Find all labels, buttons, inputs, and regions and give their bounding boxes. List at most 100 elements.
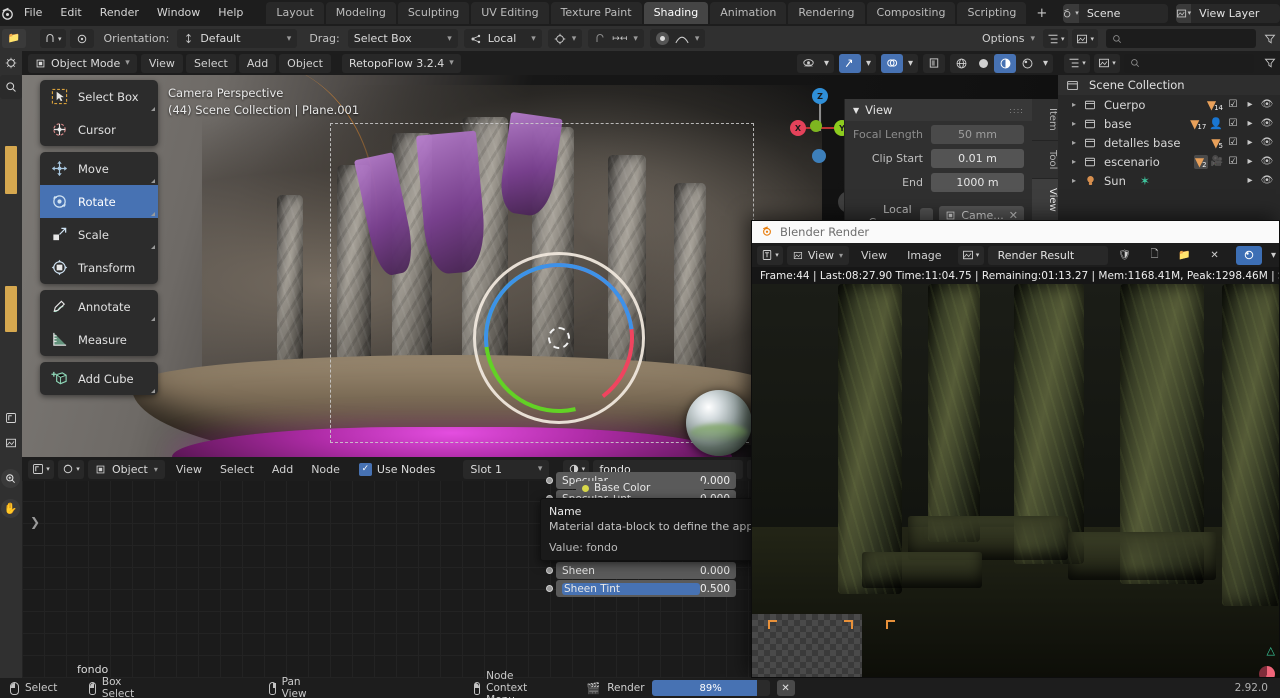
- gizmo-axis-z[interactable]: Z: [812, 88, 828, 104]
- material-preview-icon[interactable]: [994, 53, 1016, 73]
- visibility-dropdown[interactable]: ▾: [797, 53, 834, 73]
- visibility-eye-icon[interactable]: 👁: [1260, 137, 1274, 148]
- menu-window[interactable]: Window: [148, 3, 209, 23]
- snap-icon[interactable]: ▾: [40, 29, 66, 48]
- outliner-display-mode-icon[interactable]: ▾: [1042, 29, 1069, 48]
- tab-animation[interactable]: Animation: [710, 2, 787, 24]
- retopoflow-dropdown[interactable]: RetopoFlow 3.2.4 ▾: [342, 53, 461, 73]
- tool-cursor[interactable]: Cursor: [40, 113, 158, 146]
- gizmo-axis-y-neg[interactable]: [810, 120, 822, 132]
- tool-expand-corner[interactable]: [151, 212, 155, 216]
- gizmo-axis-x[interactable]: X: [790, 120, 806, 136]
- render-menu-view[interactable]: View: [853, 246, 895, 265]
- clip-end-value[interactable]: 1000 m: [931, 173, 1024, 192]
- render-pass-chevron-down-icon[interactable]: ▾: [1266, 246, 1280, 265]
- tab-scripting[interactable]: Scripting: [957, 2, 1027, 24]
- collection-checkbox[interactable]: ☑: [1226, 156, 1240, 167]
- view-layer-name[interactable]: View Layer: [1191, 7, 1280, 20]
- cancel-render-button[interactable]: ✕: [776, 680, 795, 696]
- expand-triangle-icon[interactable]: ▸: [1072, 138, 1084, 147]
- viewport-menu-object[interactable]: Object: [279, 53, 331, 73]
- expand-triangle-icon[interactable]: ▸: [1072, 157, 1084, 166]
- gizmo-chevron-down-icon[interactable]: ▾: [861, 54, 876, 73]
- xray-toggle[interactable]: [923, 53, 945, 73]
- menu-edit[interactable]: Edit: [51, 3, 90, 23]
- gizmo-center-handle[interactable]: [548, 327, 570, 349]
- shader-editor-type-icon[interactable]: ▾: [28, 459, 54, 479]
- wireframe-icon[interactable]: [950, 54, 972, 73]
- socket-dot-icon[interactable]: [546, 567, 553, 574]
- image-datablock-icon[interactable]: ▾: [957, 245, 984, 265]
- drag-dropdown[interactable]: Select Box ▾: [347, 29, 458, 48]
- object-mode-dropdown[interactable]: Object Mode ▾: [28, 53, 137, 73]
- solid-icon[interactable]: [972, 54, 994, 73]
- sidebar-tab-tool[interactable]: Tool: [1032, 140, 1058, 180]
- visibility-eye-icon[interactable]: 👁: [1260, 175, 1274, 186]
- use-nodes-checkbox[interactable]: ✓ Use Nodes: [351, 462, 444, 476]
- shader-menu-add[interactable]: Add: [265, 460, 300, 479]
- folder-icon[interactable]: 📁: [2, 29, 26, 48]
- tool-annotate[interactable]: Annotate: [40, 290, 158, 323]
- visibility-eye-icon[interactable]: 👁: [1260, 118, 1274, 129]
- shader-context-dropdown[interactable]: Object ▾: [88, 459, 165, 479]
- outliner-row-escenario[interactable]: ▸ escenario ▼ 2 🎥 ☑ ▸ 👁: [1058, 152, 1280, 171]
- close-x-icon[interactable]: ✕: [1202, 246, 1228, 265]
- visibility-eye-icon[interactable]: 👁: [1260, 99, 1274, 110]
- xray-icon[interactable]: [923, 54, 945, 73]
- outliner-search-input[interactable]: [1106, 29, 1256, 48]
- tab-modeling[interactable]: Modeling: [325, 2, 396, 24]
- shader-menu-node[interactable]: Node: [304, 460, 347, 479]
- socket-dot-icon[interactable]: [546, 585, 553, 592]
- duplicate-icon[interactable]: 🗋: [1142, 246, 1168, 265]
- proportional-falloff-dropdown[interactable]: ▾: [649, 29, 706, 48]
- tool-rotate[interactable]: Rotate: [40, 185, 158, 218]
- tool-select-box[interactable]: Select Box: [40, 80, 158, 113]
- outliner-display-mode-icon[interactable]: ▾: [1094, 53, 1120, 73]
- outliner-row-cuerpo[interactable]: ▸ Cuerpo ▼ 14 ☑ ▸ 👁: [1058, 95, 1280, 114]
- visibility-eye-icon[interactable]: 👁: [1260, 156, 1274, 167]
- tool-measure[interactable]: Measure: [40, 323, 158, 356]
- viewport-menu-view[interactable]: View: [140, 53, 183, 73]
- rendered-icon[interactable]: [1016, 54, 1038, 73]
- collection-checkbox[interactable]: ☑: [1226, 99, 1240, 110]
- properties-editor-icon[interactable]: [0, 51, 22, 75]
- options-dropdown[interactable]: Options ▾: [974, 29, 1043, 48]
- orientation-dropdown[interactable]: Default ▾: [177, 29, 298, 48]
- outliner-editor-type-icon[interactable]: ▾: [1064, 53, 1090, 73]
- render-material-icon[interactable]: [1259, 666, 1275, 677]
- shader-type-icon[interactable]: ▾: [58, 459, 84, 479]
- view-layer-selector[interactable]: ▾ View Layer 🗋 ✕: [1175, 3, 1280, 23]
- fake-user-icon[interactable]: 🛡: [1112, 246, 1138, 265]
- node-prop-row[interactable]: Sheen Tint 0.500: [556, 580, 736, 597]
- expand-triangle-icon[interactable]: ▸: [1072, 100, 1084, 109]
- search-editor-icon[interactable]: [0, 75, 22, 99]
- snap-magnet-dropdown[interactable]: ▾: [547, 29, 583, 48]
- outliner-row-sun[interactable]: ▸ Sun ✶ ▸ 👁: [1058, 171, 1280, 190]
- tool-add-cube[interactable]: Add Cube: [40, 362, 158, 395]
- gizmo-axis-z-neg[interactable]: [812, 149, 826, 163]
- shader-menu-select[interactable]: Select: [213, 460, 261, 479]
- tab-compositing[interactable]: Compositing: [866, 2, 956, 24]
- tool-expand-corner[interactable]: [151, 317, 155, 321]
- shading-mode-group[interactable]: ▾: [950, 53, 1053, 73]
- socket-dot-icon[interactable]: [546, 477, 553, 484]
- drag-handle-icon[interactable]: ::::: [1009, 106, 1024, 115]
- image-name-field[interactable]: Render Result: [987, 245, 1108, 265]
- outliner-scene-collection-row[interactable]: Scene Collection: [1058, 75, 1280, 95]
- selectable-icon[interactable]: ▸: [1243, 118, 1257, 129]
- outliner-row-detalles-base[interactable]: ▸ detalles base ▼ 5 ☑ ▸ 👁: [1058, 133, 1280, 152]
- proportional-edit-icon[interactable]: [69, 29, 94, 48]
- render-result-image[interactable]: △: [752, 284, 1279, 677]
- add-workspace-button[interactable]: +: [1028, 6, 1055, 21]
- overlays-toggle-group[interactable]: ▾: [881, 53, 918, 73]
- view-panel-header[interactable]: ▼ View ::::: [845, 99, 1032, 121]
- tool-scale[interactable]: Scale: [40, 218, 158, 251]
- focal-length-value[interactable]: 50 mm: [931, 125, 1024, 144]
- transform-pivot-dropdown[interactable]: Local ▾: [463, 29, 542, 48]
- scene-selector[interactable]: ▾ Scene 🗋 ✕: [1063, 3, 1168, 23]
- render-nodetree-icon[interactable]: △: [1267, 644, 1275, 657]
- outliner-filter-icon[interactable]: [1260, 57, 1280, 69]
- viewport-menu-select[interactable]: Select: [185, 53, 236, 73]
- material-slot-dropdown[interactable]: Slot 1 ▾: [463, 459, 550, 479]
- hand-pan-rail-icon[interactable]: ✋: [1, 499, 20, 518]
